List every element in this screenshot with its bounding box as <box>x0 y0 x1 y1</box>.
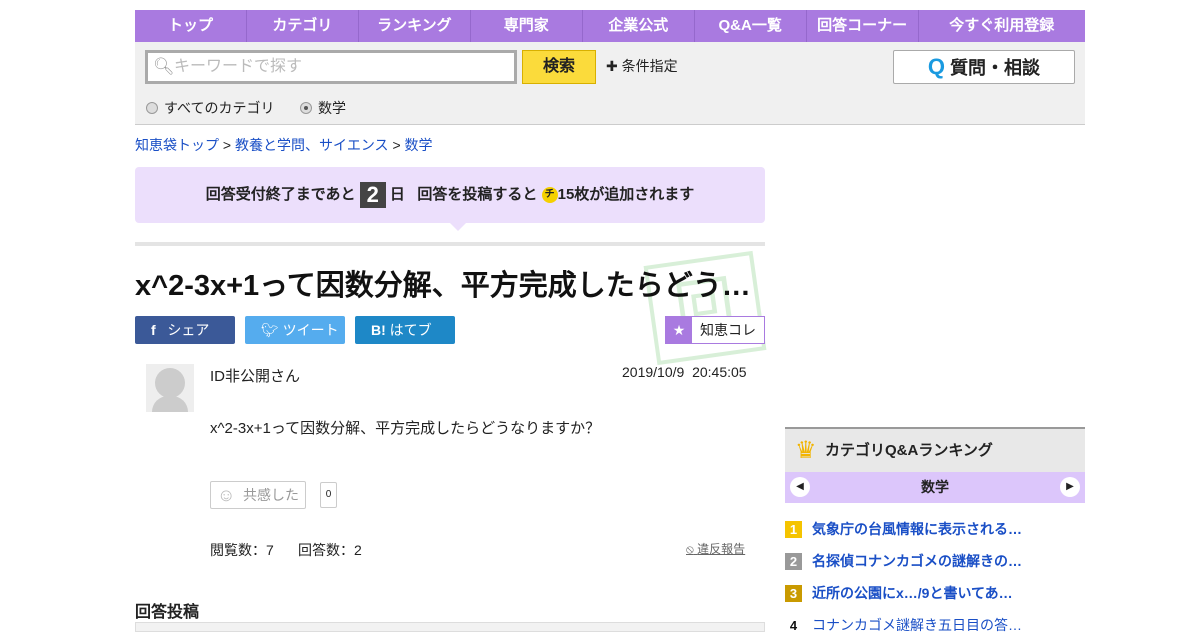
question-title: x^2-3x+1って因数分解、平方完成したらどう… <box>135 270 751 302</box>
nav-official[interactable]: 企業公式 <box>583 10 695 42</box>
answer-count: 回答数：2 <box>298 542 362 558</box>
post-time: 20:45:05 <box>692 364 747 380</box>
radio-selected-icon <box>300 102 312 114</box>
ranking-category: ◀ 数学 ▶ <box>785 472 1085 503</box>
coin-icon: チ <box>541 187 558 204</box>
report-link[interactable]: ⦸ 違反報告 <box>686 540 745 557</box>
notice-text: 回答を投稿すると <box>417 186 538 203</box>
days-remaining: 2 <box>359 182 386 209</box>
empathy-button[interactable]: 共感した <box>210 481 306 509</box>
chiekore-button[interactable]: ★ 知恵コレ <box>665 316 765 344</box>
breadcrumb: 知恵袋トップ > 教養と学問、サイエンス > 数学 <box>135 137 433 153</box>
nav-ranking[interactable]: ランキング <box>359 10 471 42</box>
nav-top[interactable]: トップ <box>135 10 247 42</box>
view-count: 閲覧数：7 <box>210 542 274 558</box>
next-arrow-icon[interactable]: ▶ <box>1060 477 1080 497</box>
nav-category[interactable]: カテゴリ <box>247 10 359 42</box>
nav-qa-list[interactable]: Q&A一覧 <box>695 10 807 42</box>
share-label: ツイート <box>282 322 339 338</box>
question-body: x^2-3x+1って因数分解、平方完成したらどうなりますか？ <box>210 420 601 437</box>
breadcrumb-link[interactable]: 数学 <box>405 137 433 153</box>
hatena-icon: B! <box>371 322 386 338</box>
nav-register[interactable]: 今すぐ利用登録 <box>919 10 1085 42</box>
chiekore-label: 知恵コレ <box>700 322 756 338</box>
breadcrumb-link[interactable]: 知恵袋トップ <box>135 137 219 153</box>
ranking-link[interactable]: 名探偵コナンカゴメの謎解きの… <box>812 551 1022 571</box>
nav-answer-corner[interactable]: 回答コーナー <box>807 10 919 42</box>
prohibited-icon: ⦸ <box>686 542 694 556</box>
rank-number: 4 <box>789 617 798 633</box>
tweet-button[interactable]: 🐦︎ ツイート <box>245 316 345 344</box>
conditions-link[interactable]: ✚ 条件指定 <box>606 56 678 76</box>
ranking-link[interactable]: 気象庁の台風情報に表示される… <box>812 519 1022 539</box>
radio-icon <box>146 102 158 114</box>
nav-experts[interactable]: 専門家 <box>471 10 583 42</box>
ask-question-button[interactable]: Q 質問・相談 <box>893 50 1075 84</box>
avatar <box>146 364 194 412</box>
ranking-item[interactable]: 1 気象庁の台風情報に表示される… <box>785 513 1085 545</box>
ranking-link[interactable]: 近所の公園にx…/9と書いてあ… <box>812 583 1013 603</box>
conditions-label: 条件指定 <box>621 58 678 74</box>
rank-number: 1 <box>785 520 802 538</box>
user-name: ID非公開さん <box>210 368 301 385</box>
category-ranking: カテゴリQ&Aランキング ◀ 数学 ▶ 1 気象庁の台風情報に表示される… 2 名探… <box>785 427 1085 641</box>
global-nav: トップ カテゴリ ランキング 専門家 企業公式 Q&A一覧 回答コーナー 今すぐ… <box>135 10 1085 42</box>
answer-heading: 回答投稿 <box>135 604 200 621</box>
post-date: 2019/10/9 <box>622 364 685 380</box>
search-input[interactable]: 🔍︎ キーワードで探す <box>145 50 517 84</box>
ask-label: 質問・相談 <box>950 58 1041 78</box>
report-label: 違反報告 <box>697 542 746 556</box>
prev-arrow-icon[interactable]: ◀ <box>790 477 810 497</box>
notice-text: 回答受付終了まであと <box>205 186 356 203</box>
deadline-notice: 回答受付終了まであと 2 日 回答を投稿すると チ 15枚が追加されます <box>135 167 765 231</box>
ranking-link[interactable]: コナンカゴメ謎解き五日目の答… <box>812 615 1022 635</box>
share-label: はてブ <box>389 322 432 338</box>
facebook-icon: f <box>151 322 156 338</box>
radio-label: すべてのカテゴリ <box>164 100 275 116</box>
breadcrumb-link[interactable]: 教養と学問、サイエンス <box>235 137 389 153</box>
empathy-count: 0 <box>320 482 337 508</box>
ranking-item[interactable]: 4 コナンカゴメ謎解き五日目の答… <box>785 609 1085 641</box>
facebook-share-button[interactable]: f シェア <box>135 316 235 344</box>
plus-icon: ✚ <box>606 58 618 74</box>
search-icon: 🔍︎ <box>153 57 175 76</box>
divider <box>135 242 765 246</box>
radio-math[interactable]: 数学 <box>300 98 346 118</box>
notice-text: 15枚が追加されます <box>557 186 695 203</box>
answer-box[interactable] <box>135 622 765 632</box>
ranking-category-label: 数学 <box>921 479 949 495</box>
star-icon: ★ <box>666 317 692 343</box>
ranking-header: カテゴリQ&Aランキング <box>785 427 1085 472</box>
rank-number: 2 <box>785 552 802 570</box>
share-label: シェア <box>167 322 210 338</box>
q-icon: Q <box>927 54 946 79</box>
search-placeholder: キーワードで探す <box>174 58 303 75</box>
notice-text: 日 <box>389 186 405 203</box>
radio-all-categories[interactable]: すべてのカテゴリ <box>146 98 274 118</box>
ranking-item[interactable]: 3 近所の公園にx…/9と書いてあ… <box>785 577 1085 609</box>
ranking-item[interactable]: 2 名探偵コナンカゴメの謎解きの… <box>785 545 1085 577</box>
search-button[interactable]: 検索 <box>522 50 596 84</box>
hatena-button[interactable]: B! はてブ <box>355 316 455 344</box>
search-bar: 🔍︎ キーワードで探す 検索 ✚ 条件指定 Q 質問・相談 すべてのカテゴリ 数学 <box>135 42 1085 125</box>
rank-number: 3 <box>785 584 802 602</box>
post-datetime: 2019/10/9 20:45:05 <box>622 364 747 380</box>
twitter-icon: 🐦︎ <box>261 322 279 338</box>
radio-label: 数学 <box>318 100 346 116</box>
